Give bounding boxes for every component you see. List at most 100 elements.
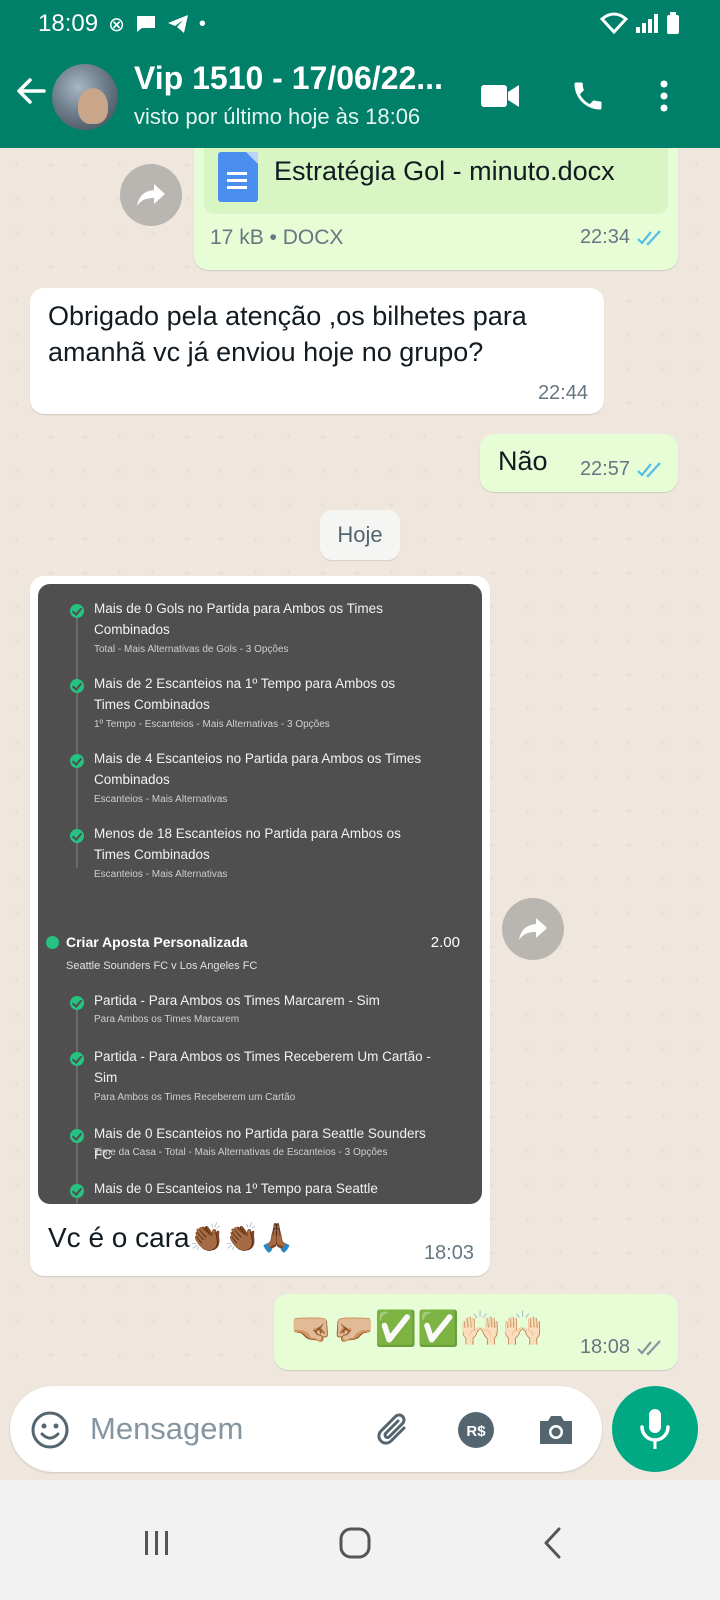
caption-text: Vc é o cara xyxy=(48,1222,190,1253)
check-icon xyxy=(70,1184,84,1198)
home-icon xyxy=(339,1527,371,1559)
document-meta: 17 kB • DOCX xyxy=(210,226,344,249)
chat-area[interactable]: Estratégia Gol - minuto.docx 17 kB • DOC… xyxy=(0,148,720,1380)
message-time: 22:44 xyxy=(537,382,588,404)
recents-button[interactable] xyxy=(132,1518,182,1568)
check-icon xyxy=(70,1052,84,1066)
payment-button[interactable]: R$ xyxy=(454,1408,498,1452)
telegram-notification-icon xyxy=(167,15,188,33)
selection-subtitle: Para Ambos os Times Marcarem xyxy=(94,1014,240,1025)
message-time: 22:57 xyxy=(580,458,664,481)
top-bar: 18:09 ⊗ • Vip 1510 - 17/06/22... visto p… xyxy=(0,0,720,148)
payment-icon: R$ xyxy=(458,1412,494,1448)
selection-subtitle: Total - Mais Alternativas de Gols - 3 Op… xyxy=(94,644,289,655)
wifi-icon xyxy=(600,12,628,34)
time-text: 22:57 xyxy=(579,458,630,480)
selection-title: Menos de 18 Escanteios no Partida para A… xyxy=(94,826,401,862)
nav-back-button[interactable] xyxy=(528,1518,578,1568)
emoji-icon xyxy=(31,1411,69,1449)
selection-title: Mais de 0 Escanteios no Partida para Sea… xyxy=(94,1126,426,1162)
check-icon xyxy=(70,679,84,693)
video-call-button[interactable] xyxy=(478,74,522,118)
bet-builder-match: Seattle Sounders FC v Los Angeles FC xyxy=(66,960,258,972)
message-input[interactable] xyxy=(90,1404,360,1454)
check-icon xyxy=(70,829,84,843)
image-caption: Vc é o cara👏🏾👏🏾🙏🏾 xyxy=(48,1220,294,1256)
check-icon xyxy=(70,604,84,618)
time-text: 18:08 xyxy=(579,1336,630,1358)
document-message[interactable]: Estratégia Gol - minuto.docx 17 kB • DOC… xyxy=(194,148,678,270)
back-button[interactable] xyxy=(14,74,50,114)
message-line-1: Obrigado pela atenção ,os bilhetes para xyxy=(48,301,527,331)
bet-builder-title: Criar Aposta Personalizada xyxy=(66,934,248,950)
message-time: 18:03 xyxy=(423,1242,474,1264)
voice-call-button[interactable] xyxy=(566,74,610,118)
document-icon xyxy=(218,152,258,202)
read-ticks-icon xyxy=(637,461,661,478)
image-message[interactable]: Mais de 0 Gols no Partida para Ambos os … xyxy=(30,576,490,1276)
mic-icon xyxy=(640,1409,670,1449)
selection-title: Mais de 2 Escanteios na 1º Tempo para Am… xyxy=(94,676,396,712)
selection-title: Partida - Para Ambos os Times Marcarem -… xyxy=(94,993,380,1008)
camera-button[interactable] xyxy=(534,1408,578,1452)
delivered-ticks-icon xyxy=(637,1339,661,1356)
outgoing-message[interactable]: 🤜🏼🤛🏼✅✅🙌🏻🙌🏻 18:08 xyxy=(274,1294,678,1370)
system-nav-bar xyxy=(0,1480,720,1600)
more-notifications-icon: • xyxy=(198,12,206,35)
avatar[interactable] xyxy=(52,64,118,130)
selection-subtitle: Escanteios - Mais Alternativas xyxy=(94,794,228,805)
message-composer: R$ xyxy=(10,1386,602,1472)
selection-title: Mais de 0 Escanteios na 1º Tempo para Se… xyxy=(94,1181,378,1204)
status-time: 18:09 xyxy=(38,10,99,37)
check-icon xyxy=(70,996,84,1010)
message-line-2: amanhã vc já enviou hoje no grupo? xyxy=(48,337,484,367)
phone-icon xyxy=(574,82,602,110)
svg-text:R$: R$ xyxy=(466,1423,486,1440)
selection-subtitle: Escanteios - Mais Alternativas xyxy=(94,869,228,880)
message-notification-icon xyxy=(136,16,155,32)
timeline-line xyxy=(76,1000,78,1204)
selection-subtitle: Para Ambos os Times Receberem um Cartão xyxy=(94,1092,296,1103)
incoming-message[interactable]: Obrigado pela atenção ,os bilhetes para … xyxy=(30,288,604,414)
document-filename: Estratégia Gol - minuto.docx xyxy=(274,156,615,186)
camera-icon xyxy=(540,1416,572,1444)
read-ticks-icon xyxy=(637,229,661,246)
time-text: 22:34 xyxy=(579,226,630,248)
forward-button[interactable] xyxy=(502,898,564,960)
caption-emoji: 👏🏾👏🏾🙏🏾 xyxy=(189,1221,295,1254)
attach-icon xyxy=(377,1413,406,1445)
recents-icon xyxy=(145,1531,168,1555)
nav-back-icon xyxy=(544,1527,561,1559)
selection-title: Mais de 4 Escanteios no Partida para Amb… xyxy=(94,751,422,787)
home-button[interactable] xyxy=(330,1518,380,1568)
attach-button[interactable] xyxy=(372,1408,416,1452)
selection-title: Partida - Para Ambos os Times Receberem … xyxy=(94,1049,431,1085)
signal-icon xyxy=(636,13,658,33)
date-divider: Hoje xyxy=(320,510,400,560)
bet-slip-image[interactable]: Mais de 0 Gols no Partida para Ambos os … xyxy=(38,584,482,1204)
system-indicators xyxy=(600,12,680,34)
message-time: 18:08 xyxy=(580,1336,664,1359)
status-bar: 18:09 ⊗ • xyxy=(38,10,206,38)
forward-icon xyxy=(137,184,165,206)
bet-builder-odds: 2.00 xyxy=(430,934,460,951)
voice-message-button[interactable] xyxy=(612,1386,698,1472)
more-options-button[interactable] xyxy=(642,74,686,118)
selection-subtitle: 1º Tempo - Escanteios - Mais Alternativa… xyxy=(94,719,330,730)
forward-icon xyxy=(519,918,547,940)
emoji-button[interactable] xyxy=(28,1408,72,1452)
outgoing-message[interactable]: Não 22:57 xyxy=(480,434,678,492)
check-icon xyxy=(70,754,84,768)
video-call-icon xyxy=(481,85,519,107)
document-attachment[interactable]: Estratégia Gol - minuto.docx xyxy=(204,148,668,214)
forward-button[interactable] xyxy=(120,164,182,226)
message-text: Obrigado pela atenção ,os bilhetes para … xyxy=(48,298,588,370)
more-vert-icon xyxy=(660,80,668,112)
chat-title[interactable]: Vip 1510 - 17/06/22... xyxy=(134,60,464,97)
xbox-notification-icon: ⊗ xyxy=(108,13,125,36)
check-icon xyxy=(46,936,59,949)
message-time: 22:34 xyxy=(580,226,664,249)
check-icon xyxy=(70,1129,84,1143)
chat-header: Vip 1510 - 17/06/22... visto por último … xyxy=(0,50,720,148)
selection-title: Mais de 0 Gols no Partida para Ambos os … xyxy=(94,601,383,637)
